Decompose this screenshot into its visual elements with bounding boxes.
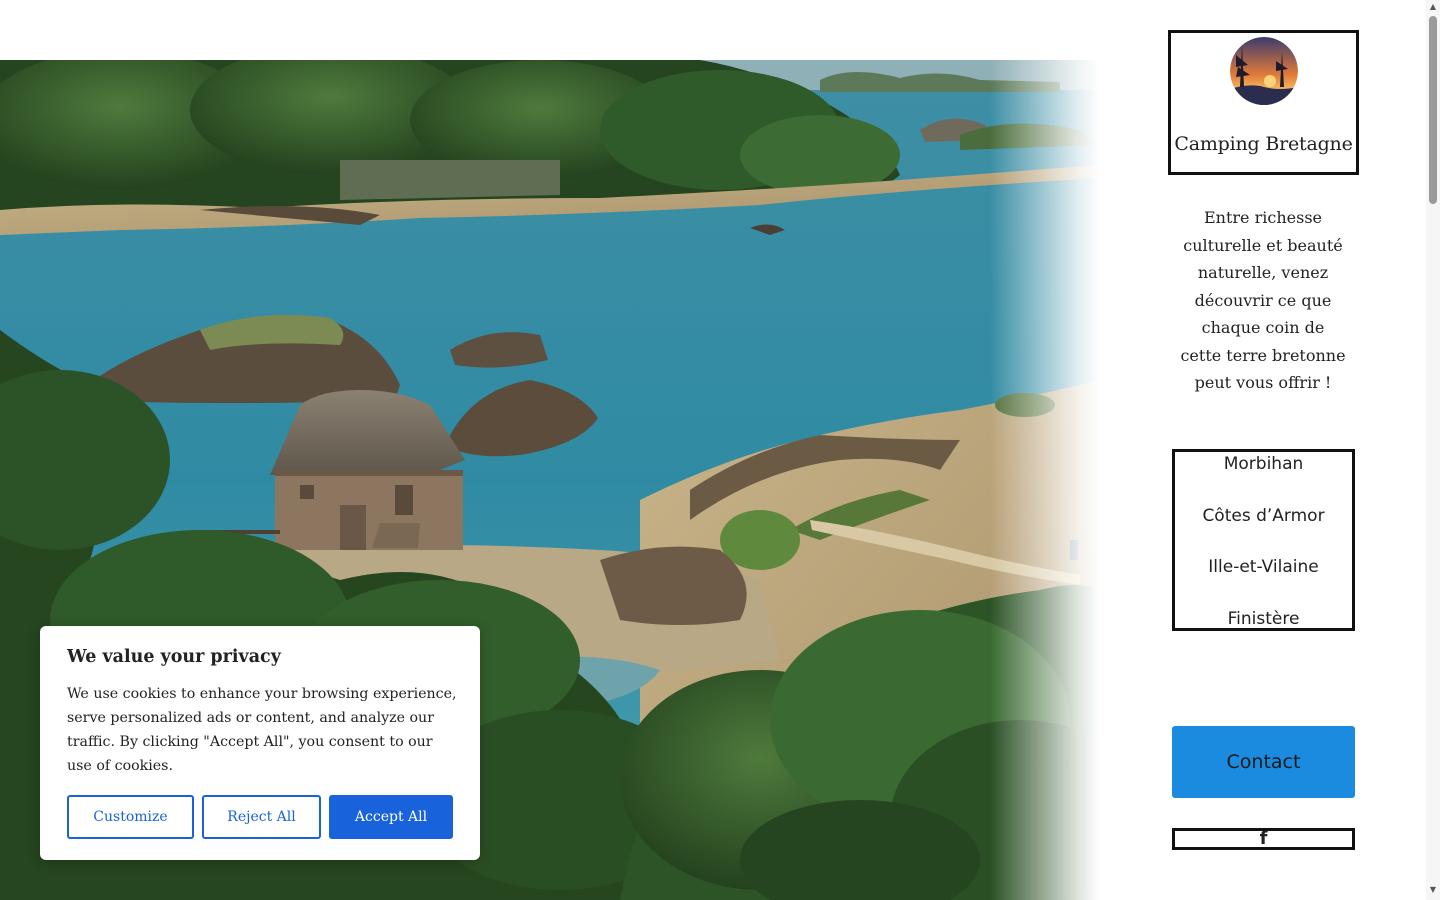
menu-item-cotes-armor[interactable]: Côtes d’Armor [1175,506,1352,526]
page-scrollbar[interactable]: ▲ ▼ [1426,0,1440,900]
cookie-banner-title: We value your privacy [67,647,281,667]
reject-all-button[interactable]: Reject All [202,795,321,839]
scroll-down-arrow-icon[interactable]: ▼ [1429,886,1437,894]
sunset-forest-logo[interactable] [1230,37,1298,105]
cookie-consent-banner: We value your privacy We use cookies to … [40,626,480,860]
social-links: f [1172,828,1355,850]
cookie-banner-text: We use cookies to enhance your browsing … [67,686,457,774]
contact-button[interactable]: Contact [1172,726,1355,798]
menu-item-finistere[interactable]: Finistère [1175,609,1352,628]
menu-item-ille-et-vilaine[interactable]: Ille-et-Vilaine [1175,557,1352,577]
site-branding[interactable]: Camping Bretagne [1168,30,1359,175]
scrollbar-thumb[interactable] [1429,16,1437,204]
site-tagline: Entre richesse culturelle et beauté natu… [1180,208,1346,392]
sidebar: Camping Bretagne Entre richesse culturel… [1100,0,1426,900]
accept-all-button[interactable]: Accept All [329,795,453,839]
site-title[interactable]: Camping Bretagne [1171,133,1356,155]
hero-fade-overlay [990,60,1100,900]
customize-button[interactable]: Customize [67,795,194,839]
menu-item-morbihan[interactable]: Morbihan [1175,454,1352,474]
facebook-icon[interactable]: f [1260,831,1268,847]
scroll-up-arrow-icon[interactable]: ▲ [1429,3,1437,11]
regions-menu: Morbihan Côtes d’Armor Ille-et-Vilaine F… [1172,449,1355,631]
